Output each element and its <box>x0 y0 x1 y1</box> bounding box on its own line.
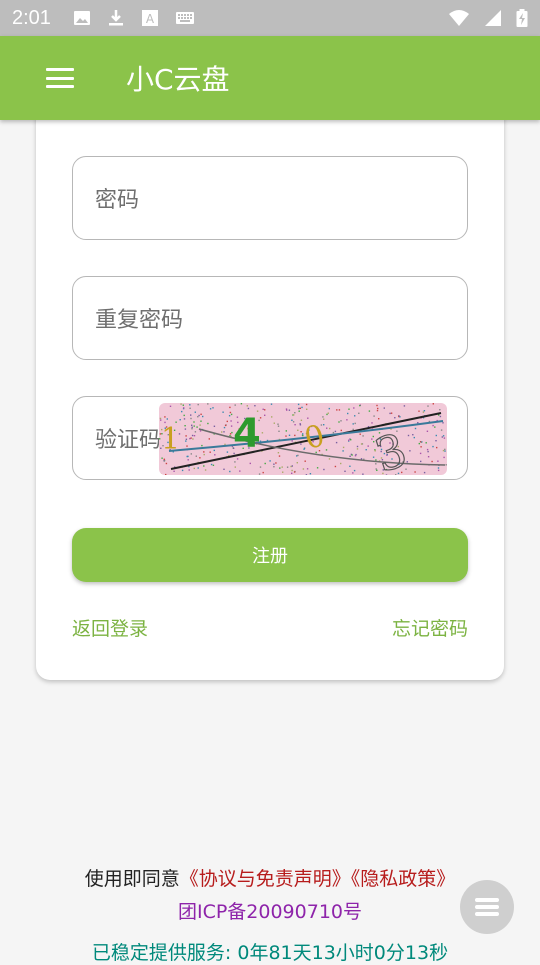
repeat-password-placeholder: 重复密码 <box>95 302 183 334</box>
image-icon <box>73 9 91 27</box>
captcha-char: 1 <box>161 422 180 457</box>
footer: 使用即同意《协议与免责声明》《隐私政策》 团ICP备20090710号 已稳定提… <box>0 864 540 965</box>
download-icon <box>107 9 125 27</box>
password-placeholder: 密码 <box>95 182 139 214</box>
app-bar: 小C云盘 <box>0 36 540 120</box>
system-icons <box>448 9 528 27</box>
privacy-link[interactable]: 《隐私政策》 <box>351 868 456 890</box>
floating-menu-button[interactable] <box>460 880 514 934</box>
notification-icons: A <box>73 9 195 27</box>
register-card: 密码 重复密码 验证码 1 4 0 3 注册 返回登录 忘记密码 <box>36 100 504 680</box>
forgot-password-link[interactable]: 忘记密码 <box>392 614 468 641</box>
captcha-image[interactable]: 1 4 0 3 <box>159 403 447 475</box>
repeat-password-field[interactable]: 重复密码 <box>72 276 468 360</box>
wifi-icon <box>448 9 470 27</box>
back-to-login-link[interactable]: 返回登录 <box>72 614 148 641</box>
password-field[interactable]: 密码 <box>72 156 468 240</box>
app-title: 小C云盘 <box>126 58 230 98</box>
captcha-char: 4 <box>233 411 261 457</box>
status-bar: 2:01 A <box>0 0 540 36</box>
font-icon: A <box>141 9 159 27</box>
icp-link[interactable]: 团ICP备20090710号 <box>0 897 540 924</box>
captcha-field[interactable]: 验证码 1 4 0 3 <box>72 396 468 480</box>
menu-icon <box>46 68 74 88</box>
captcha-placeholder: 验证码 <box>95 422 161 454</box>
uptime-text: 已稳定提供服务: 0年81天13小时0分13秒 <box>0 938 540 965</box>
agreement-line: 使用即同意《协议与免责声明》《隐私政策》 <box>0 864 540 891</box>
register-button[interactable]: 注册 <box>72 528 468 582</box>
status-time: 2:01 <box>12 7 51 30</box>
signal-icon <box>484 9 502 27</box>
battery-icon <box>516 9 528 27</box>
menu-icon <box>475 898 499 916</box>
agreement-prefix: 使用即同意 <box>85 868 180 890</box>
keyboard-icon <box>175 9 195 27</box>
svg-text:A: A <box>146 12 155 26</box>
menu-button[interactable] <box>0 36 120 120</box>
agreement-link[interactable]: 《协议与免责声明》 <box>180 868 351 890</box>
